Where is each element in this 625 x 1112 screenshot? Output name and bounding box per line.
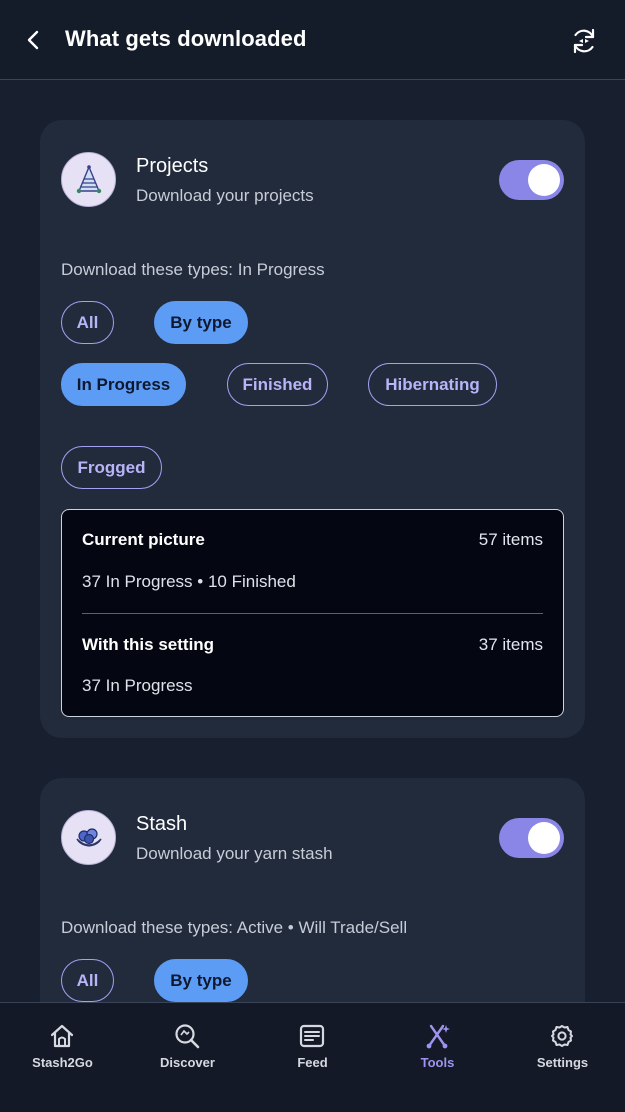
scroll-content[interactable]: Projects Download your projects Download… (0, 81, 625, 1002)
sync-icon (573, 28, 595, 54)
projects-chip-finished[interactable]: Finished (227, 363, 328, 406)
nav-label: Discover (160, 1055, 215, 1070)
nav-label: Stash2Go (32, 1055, 93, 1070)
current-picture-label: Current picture (82, 530, 205, 549)
nav-item-stash2go[interactable]: Stash2Go (0, 1003, 125, 1112)
knitting-project-icon (76, 164, 101, 193)
bottom-navigation: Stash2Go Discover Feed Tools Settings (0, 1002, 625, 1112)
chevron-left-icon (27, 30, 39, 50)
page-title: What gets downloaded (65, 26, 307, 51)
toggle-knob (528, 822, 560, 854)
nav-label: Feed (297, 1055, 328, 1070)
home-icon (47, 1021, 77, 1051)
projects-toggle[interactable] (499, 160, 564, 200)
stash-avatar (61, 810, 116, 865)
search-icon (172, 1021, 202, 1051)
current-picture-detail: 37 In Progress • 10 Finished (82, 572, 296, 591)
stash-toggle[interactable] (499, 818, 564, 858)
projects-avatar (61, 152, 116, 207)
sync-button[interactable] (566, 23, 602, 59)
stash-chip-by-type[interactable]: By type (154, 959, 248, 1002)
summary-divider (82, 613, 543, 614)
nav-item-settings[interactable]: Settings (500, 1003, 625, 1112)
stash-subtitle: Download your yarn stash (136, 844, 333, 863)
nav-item-tools[interactable]: Tools (375, 1003, 500, 1112)
stash-card: Stash Download your yarn stash Download … (40, 778, 585, 1002)
top-app-bar: What gets downloaded (0, 0, 625, 80)
with-setting-label: With this setting (82, 635, 215, 654)
projects-chip-frogged[interactable]: Frogged (61, 446, 162, 489)
projects-chip-by-type[interactable]: By type (154, 301, 248, 344)
projects-chip-all[interactable]: All (61, 301, 114, 344)
tools-icon (422, 1021, 452, 1051)
toggle-knob (528, 164, 560, 196)
stash-chip-all[interactable]: All (61, 959, 114, 1002)
stash-types-line: Download these types: Active • Will Trad… (61, 918, 408, 937)
projects-chip-in-progress[interactable]: In Progress (61, 363, 186, 406)
nav-label: Tools (420, 1055, 455, 1070)
with-setting-count: 37 items (478, 635, 543, 654)
nav-item-feed[interactable]: Feed (250, 1003, 375, 1112)
back-button[interactable] (18, 24, 48, 56)
stash-title: Stash (136, 813, 188, 835)
projects-types-line: Download these types: In Progress (61, 260, 325, 279)
yarn-stash-icon (75, 827, 102, 847)
gear-icon (547, 1021, 577, 1051)
download-summary: Current picture 57 items 37 In Progress … (61, 509, 564, 717)
nav-label: Settings (536, 1055, 589, 1070)
projects-card: Projects Download your projects Download… (40, 120, 585, 738)
feed-icon (297, 1021, 327, 1051)
projects-title: Projects (136, 155, 209, 177)
current-picture-count: 57 items (478, 530, 543, 549)
projects-chip-hibernating[interactable]: Hibernating (368, 363, 497, 406)
with-setting-detail: 37 In Progress (82, 676, 193, 695)
nav-item-discover[interactable]: Discover (125, 1003, 250, 1112)
projects-subtitle: Download your projects (136, 186, 314, 205)
